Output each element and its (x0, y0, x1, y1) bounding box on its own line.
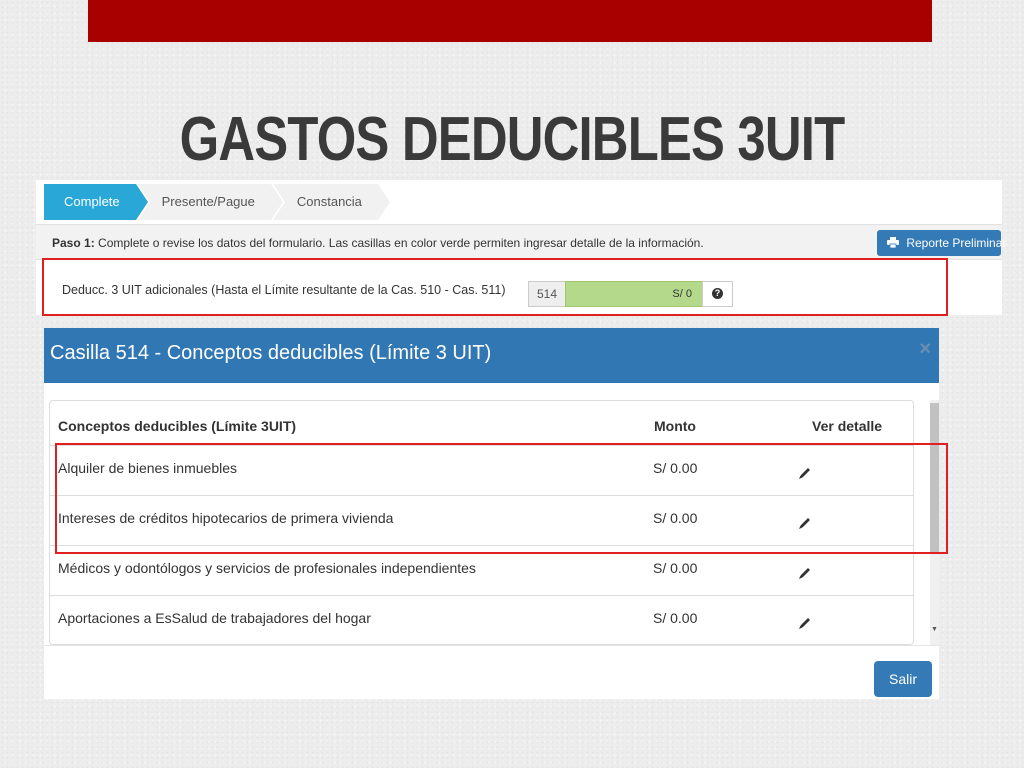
pencil-icon[interactable] (798, 566, 812, 580)
close-icon[interactable]: × (919, 338, 931, 361)
pencil-icon[interactable] (798, 616, 812, 630)
highlight-frame-rows (55, 443, 948, 554)
report-preliminar-label: Reporte Preliminar (906, 236, 1007, 250)
row-concept: Aportaciones a EsSalud de trabajadores d… (58, 610, 371, 626)
wizard-steps: Complete Presente/Pague Constancia (44, 184, 390, 220)
wizard-step-constancia[interactable]: Constancia (272, 184, 390, 220)
step-label: Paso 1: (52, 236, 95, 250)
slide-top-bar (88, 0, 932, 42)
highlight-frame-field (42, 258, 948, 316)
header-amount: Monto (654, 418, 696, 434)
report-preliminar-button[interactable]: Reporte Preliminar (877, 230, 1006, 257)
table-row: Aportaciones a EsSalud de trabajadores d… (50, 595, 913, 644)
modal-header: Casilla 514 - Conceptos deducibles (Lími… (44, 328, 939, 383)
printer-icon (887, 231, 900, 257)
wizard-step-complete[interactable]: Complete (44, 184, 148, 220)
row-concept: Médicos y odontólogos y servicios de pro… (58, 560, 476, 576)
wizard-step-presente-pague[interactable]: Presente/Pague (137, 184, 284, 220)
scroll-down-arrow-icon[interactable]: ▼ (931, 626, 938, 633)
instructions-bar: Paso 1: Complete o revise los datos del … (36, 224, 1002, 260)
header-concept: Conceptos deducibles (Límite 3UIT) (58, 418, 297, 434)
row-amount: S/ 0.00 (653, 560, 698, 576)
instructions-text: Paso 1: Complete o revise los datos del … (52, 236, 704, 250)
header-detail: Ver detalle (812, 418, 883, 434)
modal-title: Casilla 514 - Conceptos deducibles (Lími… (50, 342, 492, 364)
slide-title: GASTOS DEDUCIBLES 3UIT (179, 105, 845, 174)
modal-footer-divider (44, 645, 939, 646)
instructions-body: Complete o revise los datos del formular… (98, 236, 704, 250)
row-amount: S/ 0.00 (653, 610, 698, 626)
salir-button[interactable]: Salir (874, 661, 932, 697)
